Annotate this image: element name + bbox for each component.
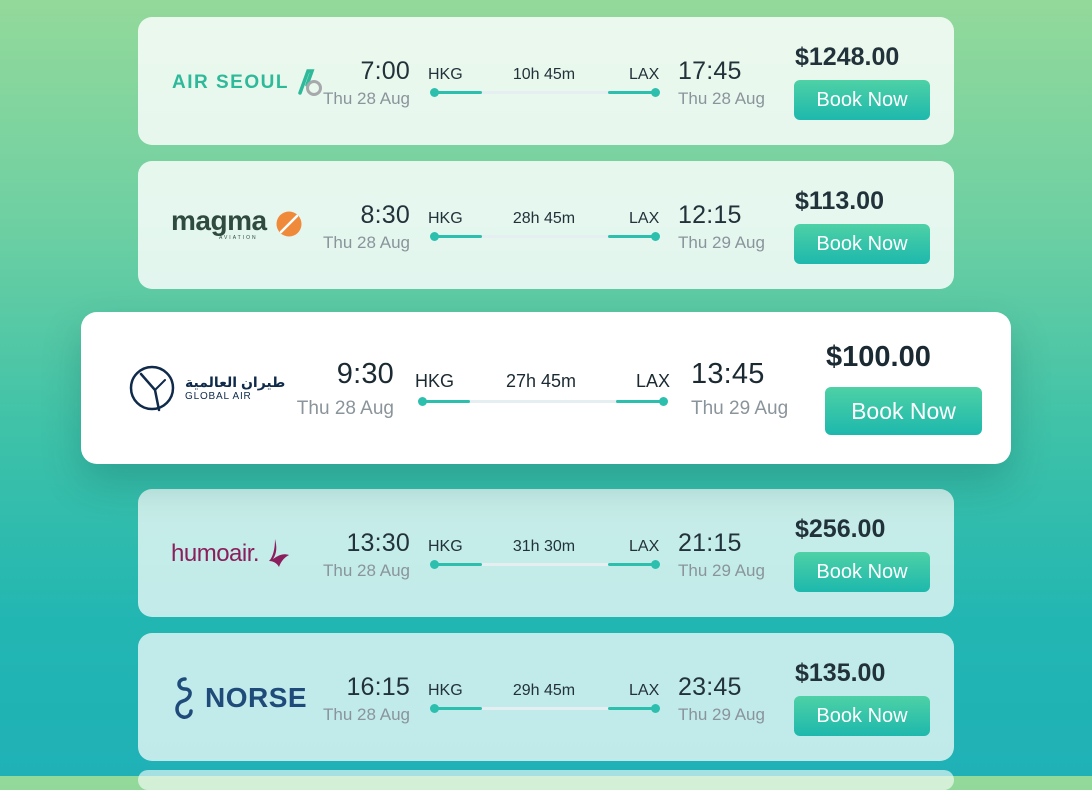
flight-duration: 31h 30m	[512, 538, 576, 555]
depart-time: 7:00	[360, 57, 410, 85]
price: $256.00	[795, 515, 886, 543]
price: $135.00	[795, 659, 886, 687]
destination-dot	[651, 88, 660, 97]
flight-duration: 10h 45m	[512, 66, 576, 83]
book-now-button[interactable]: Book Now	[794, 552, 930, 592]
global-air-arabic-wordmark: طيران العالمية	[185, 374, 286, 390]
price: $113.00	[795, 187, 884, 215]
book-now-button[interactable]: Book Now	[794, 224, 930, 264]
flight-card-magma[interactable]: magma AVIATION 8:30 Thu 28 Aug HKG 28h 4…	[138, 161, 954, 289]
destination-code: LAX	[629, 538, 660, 555]
depart-time: 9:30	[336, 358, 394, 390]
arrive-time: 13:45	[691, 358, 765, 390]
depart-date: Thu 28 Aug	[323, 233, 410, 252]
flight-card-humoair[interactable]: humoair. 13:30 Thu 28 Aug HKG 31h 30m LA…	[138, 489, 954, 617]
flight-duration: 29h 45m	[512, 682, 576, 699]
airline-logo-magma: magma AVIATION	[171, 207, 303, 241]
origin-dot	[430, 704, 439, 713]
arrive-date: Thu 29 Aug	[691, 398, 789, 419]
norse-wordmark: NORSE	[205, 682, 308, 713]
origin-code: HKG	[428, 210, 463, 227]
arrive-time: 21:15	[678, 529, 742, 557]
origin-code: HKG	[415, 371, 455, 391]
book-now-button[interactable]: Book Now	[794, 80, 930, 120]
origin-dot	[430, 560, 439, 569]
book-now-button[interactable]: Book Now	[825, 387, 982, 435]
norse-swirl-icon	[175, 677, 193, 719]
origin-dot	[430, 88, 439, 97]
arrive-date: Thu 28 Aug	[678, 89, 765, 108]
destination-code: LAX	[629, 66, 660, 83]
price: $1248.00	[795, 43, 900, 71]
book-now-button[interactable]: Book Now	[794, 696, 930, 736]
destination-code: LAX	[629, 210, 660, 227]
depart-date: Thu 28 Aug	[323, 561, 410, 580]
flight-duration: 27h 45m	[505, 371, 577, 391]
arrive-time: 12:15	[678, 201, 742, 229]
arrive-date: Thu 29 Aug	[678, 561, 765, 580]
origin-dot	[418, 397, 427, 406]
global-air-icon	[129, 365, 175, 412]
origin-code: HKG	[428, 66, 463, 83]
depart-time: 16:15	[346, 673, 410, 701]
arrive-time: 17:45	[678, 57, 742, 85]
route-line	[418, 397, 668, 406]
depart-time: 13:30	[346, 529, 410, 557]
arrive-date: Thu 29 Aug	[678, 705, 765, 724]
air-seoul-wordmark: AIR SEOUL	[172, 72, 289, 93]
depart-date: Thu 28 Aug	[296, 398, 394, 419]
route-line	[430, 88, 660, 97]
destination-dot	[651, 232, 660, 241]
airline-logo-global-air: طيران العالمية GLOBAL AIR	[129, 360, 285, 416]
arrive-time: 23:45	[678, 673, 742, 701]
flight-card-air-seoul[interactable]: AIR SEOUL 7:00 Thu 28 Aug HKG 10h 45m LA…	[138, 17, 954, 145]
global-air-wordmark: GLOBAL AIR	[185, 391, 252, 402]
airline-logo-humoair: humoair.	[171, 537, 293, 571]
depart-date: Thu 28 Aug	[323, 705, 410, 724]
next-card-edge	[138, 770, 954, 790]
destination-dot	[651, 704, 660, 713]
route-line	[430, 704, 660, 713]
destination-code: LAX	[636, 371, 671, 391]
flight-duration: 28h 45m	[512, 210, 576, 227]
depart-time: 8:30	[360, 201, 410, 229]
depart-date: Thu 28 Aug	[323, 89, 410, 108]
arrive-date: Thu 29 Aug	[678, 233, 765, 252]
magma-wordmark: magma	[171, 205, 267, 236]
flight-card-norse[interactable]: NORSE 16:15 Thu 28 Aug HKG 29h 45m LAX 2…	[138, 633, 954, 761]
airline-logo-air-seoul: AIR SEOUL	[172, 67, 325, 99]
destination-code: LAX	[629, 682, 660, 699]
humo-bird-icon	[269, 539, 290, 567]
origin-code: HKG	[428, 538, 463, 555]
magma-subtitle: AVIATION	[219, 235, 258, 241]
route-line	[430, 560, 660, 569]
destination-dot	[659, 397, 668, 406]
air-seoul-icon	[298, 69, 322, 96]
route-line	[430, 232, 660, 241]
flight-card-global-air[interactable]: طيران العالمية GLOBAL AIR 9:30 Thu 28 Au…	[81, 312, 1011, 464]
price: $100.00	[826, 341, 931, 373]
humoair-wordmark: humoair.	[171, 540, 260, 567]
airline-logo-norse: NORSE	[171, 675, 307, 721]
origin-code: HKG	[428, 682, 463, 699]
destination-dot	[651, 560, 660, 569]
magma-orb-icon	[276, 211, 302, 237]
origin-dot	[430, 232, 439, 241]
